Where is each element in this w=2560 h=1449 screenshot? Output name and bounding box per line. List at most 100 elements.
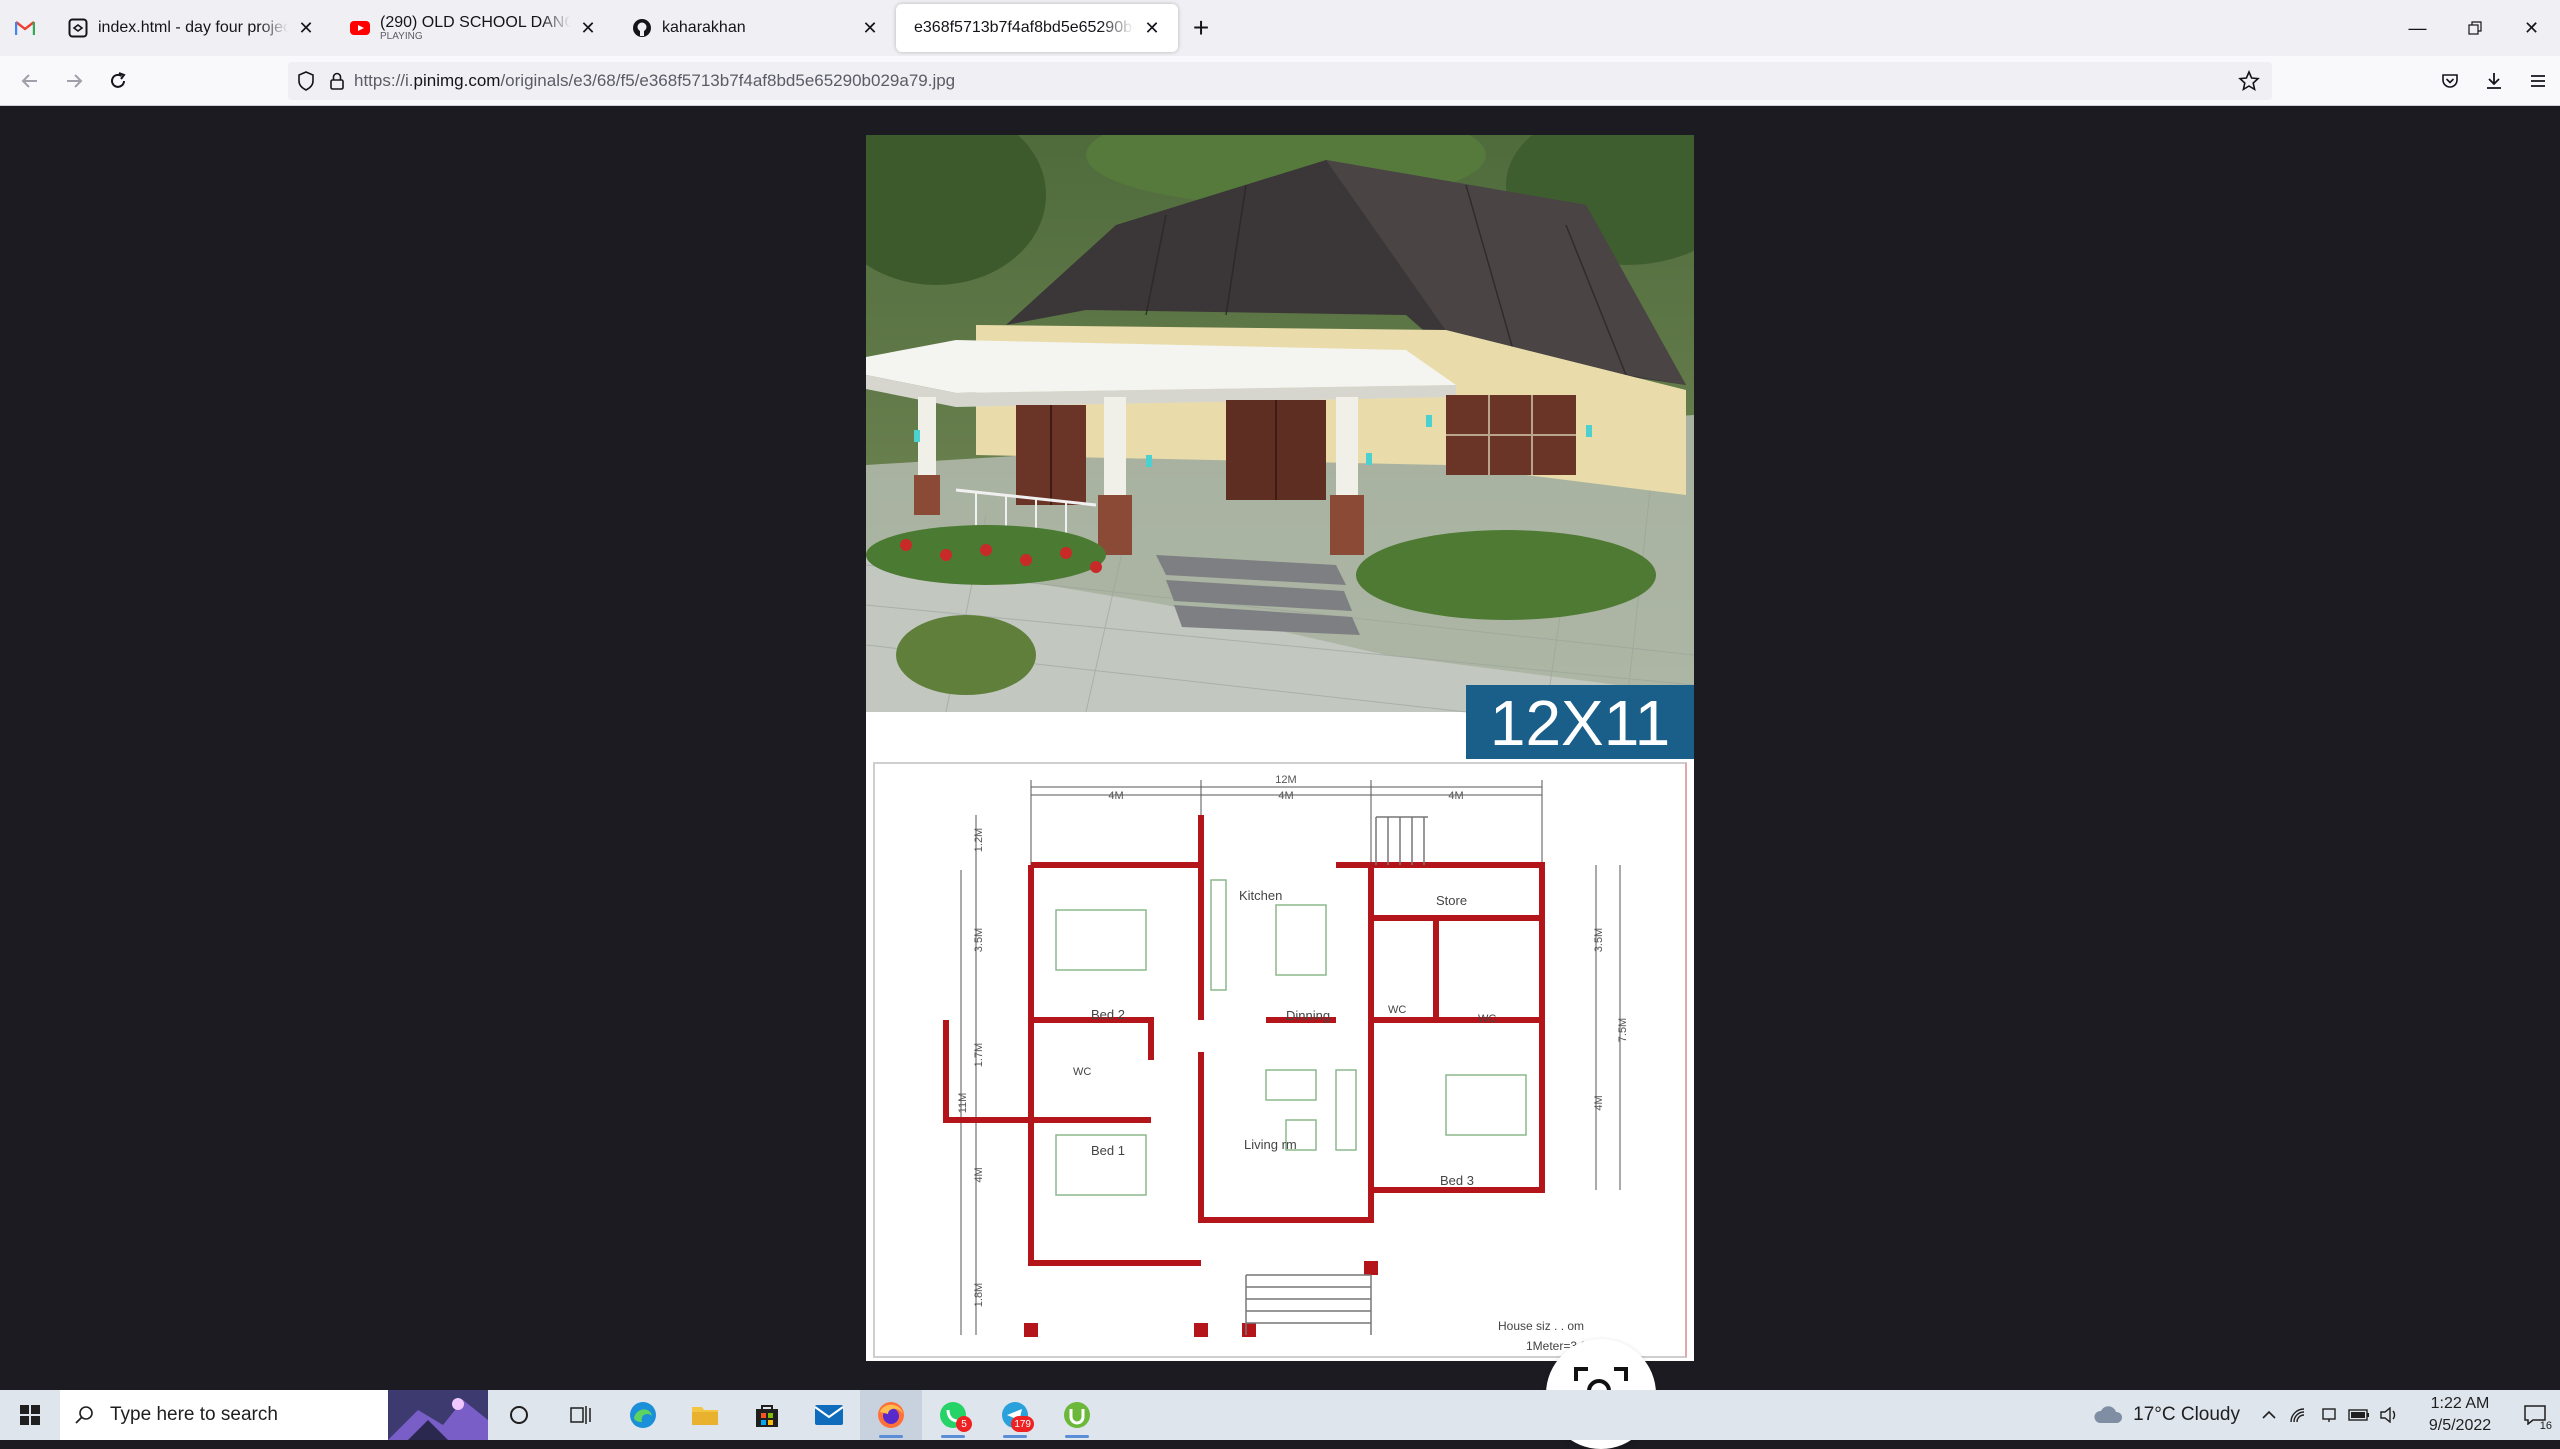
close-window-button[interactable]: ✕ [2503,0,2560,56]
dim-right: 4M [1448,790,1463,802]
reload-button[interactable] [96,61,140,101]
close-icon[interactable]: ✕ [576,16,600,40]
room-kitchen-label: Kitchen [1239,888,1282,903]
cortana-circle-icon [510,1406,528,1424]
back-button[interactable] [8,61,52,101]
taskbar-mail[interactable] [798,1390,860,1440]
gmail-icon [15,21,35,35]
device-icon[interactable] [2314,1390,2344,1440]
tab-image-active[interactable]: e368f5713b7f4af8bd5e65290b029a79.jpg ✕ [896,4,1178,52]
close-icon[interactable]: ✕ [1140,16,1164,40]
tab-playing-label: PLAYING [380,31,423,42]
reload-icon [111,71,126,88]
start-button[interactable] [0,1390,60,1440]
codepen-icon [68,18,88,38]
dim-mid: 4M [1278,790,1293,802]
github-icon [633,19,651,37]
tab-github[interactable]: kaharakhan ✕ [614,4,896,52]
notification-center-button[interactable]: 16 [2510,1390,2560,1440]
size-label: 12X11 [1490,687,1670,759]
taskbar-telegram[interactable]: 179 [984,1390,1046,1440]
taskbar-store[interactable] [736,1390,798,1440]
close-icon[interactable]: ✕ [294,16,318,40]
youtube-icon [350,21,370,35]
folder-icon [692,1407,718,1425]
room-bed1-label: Bed 1 [1091,1143,1125,1158]
minimize-button[interactable]: — [2389,0,2446,56]
room-wc3-label: WC [1073,1066,1091,1078]
close-icon[interactable]: ✕ [858,16,882,40]
room-bed2-label: Bed 2 [1091,1007,1125,1022]
tab-title: kaharakhan [662,19,746,36]
system-tray: 17°C Cloudy 1:22 AM 9/5/2022 16 [2093,1390,2560,1440]
clock[interactable]: 1:22 AM 9/5/2022 [2410,1393,2510,1437]
address-bar[interactable]: https://i.pinimg.com/originals/e3/68/f5/… [288,62,2272,100]
store-bag-icon [756,1405,778,1427]
house-plan-picture: 12X11 12M 4M 4M 4M 1.2M 3.5M 1.7M 11M 4M… [866,135,1694,1361]
cortana-button[interactable] [488,1390,550,1440]
clock-time: 1:22 AM [2430,1395,2490,1412]
forward-button[interactable] [52,61,96,101]
clock-date: 9/5/2022 [2428,1417,2492,1434]
new-tab-button[interactable]: + [1178,0,1224,56]
notification-count: 16 [2539,1420,2552,1432]
pocket-icon[interactable] [2428,56,2472,106]
show-hidden-icons-chevron-icon[interactable] [2254,1390,2284,1440]
back-arrow-icon [21,73,37,88]
lock-icon[interactable] [324,72,350,90]
taskbar-whatsapp[interactable]: 5 [922,1390,984,1440]
mail-icon [814,1405,844,1425]
volume-icon[interactable] [2374,1390,2404,1440]
restore-button[interactable] [2446,0,2503,56]
dim-total: 12M [1275,774,1296,786]
tracking-protection-shield-icon[interactable] [288,71,324,91]
room-bed3-label: Bed 3 [1440,1173,1474,1188]
room-living-label: Living rm [1244,1137,1297,1152]
taskbar-edge[interactable] [612,1390,674,1440]
dim-left: 4M [1108,790,1123,802]
taskbar-file-explorer[interactable] [674,1390,736,1440]
weather-widget[interactable]: 17°C Cloudy [2093,1404,2240,1426]
edge-icon [630,1402,656,1428]
task-view-icon [570,1406,591,1424]
tab-title: (290) OLD SCHOOL DANCEHALL [380,14,570,31]
search-highlight-illustration [388,1390,488,1440]
cloud-icon [2094,1406,2123,1423]
page-viewport: 12X11 12M 4M 4M 4M 1.2M 3.5M 1.7M 11M 4M… [0,107,2560,1449]
tab-title: index.html - day four project: w [98,19,288,36]
windows-logo-icon [20,1405,40,1425]
downloads-icon[interactable] [2472,56,2516,106]
dim-top-left: 1.2M [973,828,985,852]
search-icon [75,1406,93,1424]
dim-left-a: 3.5M [973,928,985,952]
tab-codepen[interactable]: index.html - day four project: w ✕ [50,4,332,52]
taskbar-firefox[interactable] [860,1390,922,1440]
url-text[interactable]: https://i.pinimg.com/originals/e3/68/f5/… [354,71,955,91]
tab-youtube[interactable]: (290) OLD SCHOOL DANCEHALL PLAYING ✕ [332,4,614,52]
taskbar-utorrent[interactable] [1046,1390,1108,1440]
hamburger-menu-icon[interactable] [2516,56,2560,106]
room-dinning-label: Dinning [1286,1008,1330,1023]
window-controls: — ✕ [2389,0,2560,56]
bookmark-star-icon[interactable] [2238,69,2260,97]
house-plan-image[interactable]: 12X11 12M 4M 4M 4M 1.2M 3.5M 1.7M 11M 4M… [866,135,1694,1361]
house-size-label: House siz . . om [1498,1319,1584,1333]
tab-title: e368f5713b7f4af8bd5e65290b029a79.jpg [914,19,1134,36]
search-placeholder: Type here to search [110,1404,278,1425]
telegram-badge: 179 [1011,1416,1034,1432]
utorrent-icon [1064,1402,1090,1428]
dim-left-e: 1.8M [973,1283,985,1307]
tab-strip: index.html - day four project: w ✕ (290)… [0,0,2560,56]
firefox-icon [878,1402,904,1428]
taskbar-search-box[interactable]: Type here to search [60,1390,488,1440]
restore-icon [2467,21,2482,35]
dim-left-d: 4M [973,1167,985,1182]
forward-arrow-icon [67,73,83,88]
room-wc1-label: WC [1388,1004,1406,1016]
task-view-button[interactable] [550,1390,612,1440]
battery-icon[interactable] [2344,1390,2374,1440]
wifi-icon[interactable] [2284,1390,2314,1440]
dim-right-c: 4M [1593,1095,1605,1110]
pinned-tab-gmail[interactable] [0,0,50,56]
dim-left-b: 1.7M [973,1043,985,1067]
